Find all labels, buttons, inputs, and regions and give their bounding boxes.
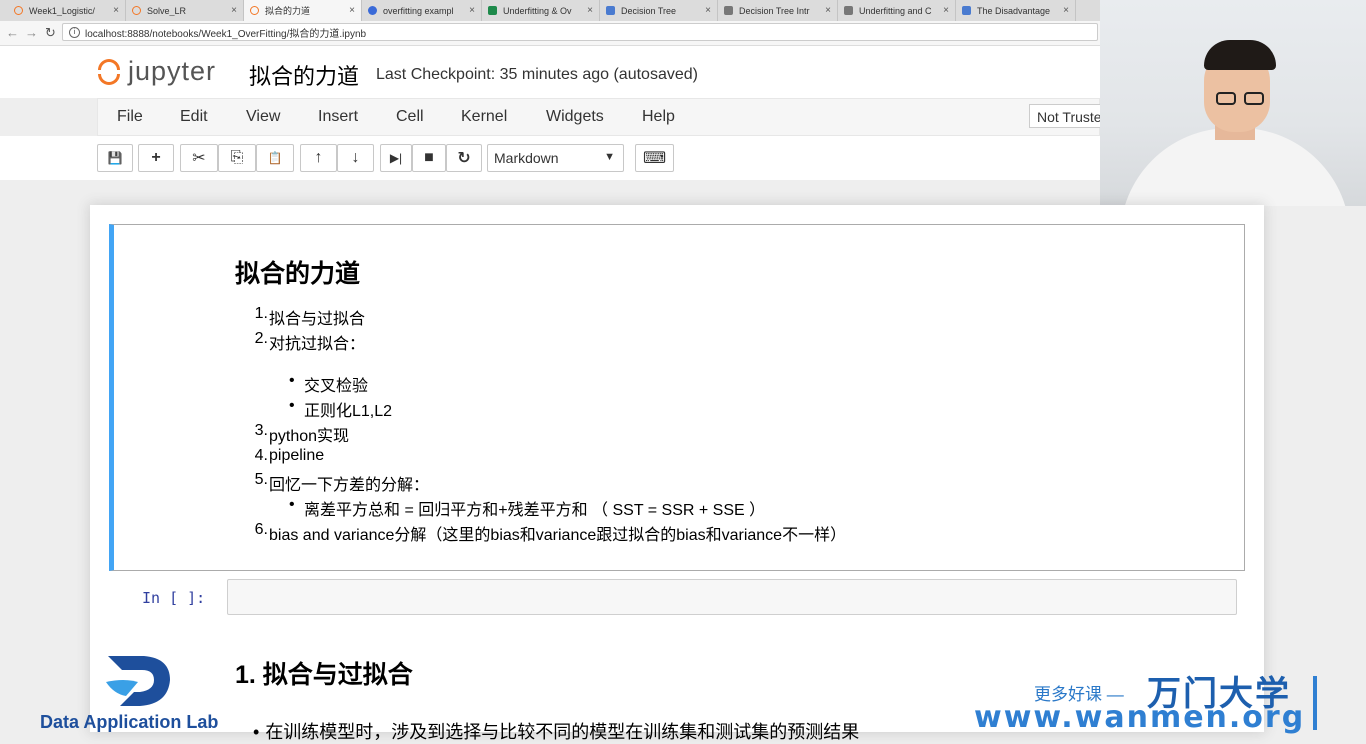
- menu-insert[interactable]: Insert: [318, 108, 358, 126]
- jupyter-icon: [132, 6, 141, 15]
- address-bar[interactable]: i localhost:8888/notebooks/Week1_OverFit…: [62, 23, 1098, 41]
- close-icon[interactable]: ×: [231, 5, 237, 16]
- copy-icon: ⎘: [230, 149, 244, 166]
- browser-nav-bar: ← → ↻ i localhost:8888/notebooks/Week1_O…: [0, 21, 1100, 46]
- data-application-lab-watermark: Data Application Lab: [36, 650, 256, 732]
- tab-notebook-active[interactable]: 拟合的力道 ×: [244, 0, 362, 21]
- menu-cell[interactable]: Cell: [396, 108, 424, 126]
- command-palette-button[interactable]: ⌨: [635, 144, 674, 172]
- notebook-title[interactable]: 拟合的力道: [249, 59, 359, 91]
- save-icon: 💾: [107, 151, 123, 165]
- menu-view[interactable]: View: [246, 108, 280, 126]
- watermark-divider: [1313, 676, 1317, 730]
- paste-icon: 📋: [267, 151, 283, 165]
- menu-help[interactable]: Help: [642, 108, 675, 126]
- run-button[interactable]: ▶|: [380, 144, 412, 172]
- restart-button[interactable]: ↻: [446, 144, 482, 172]
- close-icon[interactable]: ×: [469, 5, 475, 16]
- arrow-up-icon: ↑: [314, 149, 323, 166]
- tab-the-disadvantage[interactable]: The Disadvantage ×: [956, 0, 1076, 21]
- input-prompt: In [ ]:: [142, 589, 206, 607]
- cut-button[interactable]: ✂: [180, 144, 218, 172]
- cell-type-value: Markdown: [494, 150, 559, 166]
- close-icon[interactable]: ×: [349, 5, 355, 16]
- sub-list-item: • 正则化L1,L2: [289, 397, 393, 420]
- forward-arrow-icon[interactable]: →: [25, 25, 38, 40]
- jupyter-icon: [14, 6, 23, 15]
- tab-decision-tree-intro[interactable]: Decision Tree Intr ×: [718, 0, 838, 21]
- list-item: 5. 回忆一下方差的分解：: [254, 471, 430, 494]
- step-forward-icon: ▶|: [389, 151, 403, 165]
- cell-type-select[interactable]: Markdown ▼: [487, 144, 624, 172]
- url-watermark: www.wanmen.org: [974, 700, 1306, 735]
- refresh-icon: ↻: [457, 150, 471, 167]
- tab-week1-logistic[interactable]: Week1_Logistic/×: [8, 0, 126, 21]
- move-up-button[interactable]: ↑: [300, 144, 337, 172]
- jupyter-icon: [250, 6, 259, 15]
- section-text: • 在训练模型时，涉及到选择与比较不同的模型在训练集和测试集的预测结果: [253, 722, 860, 742]
- jupyter-logo-text: jupyter: [128, 56, 217, 86]
- plus-icon: +: [151, 149, 161, 166]
- paw-icon: [368, 6, 377, 15]
- move-down-button[interactable]: ↓: [337, 144, 374, 172]
- menu-widgets[interactable]: Widgets: [546, 108, 604, 126]
- markdown-heading: 拟合的力道: [235, 260, 361, 288]
- chevron-down-icon: ▼: [604, 151, 615, 163]
- menu-edit[interactable]: Edit: [180, 108, 208, 126]
- list-item: 3. python实现: [254, 422, 350, 445]
- sub-list-item: • 离差平方总和 = 回归平方和+残差平方和 （ SST = SSR + SSE …: [289, 496, 766, 519]
- interrupt-button[interactable]: ■: [412, 144, 446, 172]
- doc-icon: [844, 6, 853, 15]
- close-icon[interactable]: ×: [705, 5, 711, 16]
- tab-underfitting-ov[interactable]: Underfitting & Ov ×: [482, 0, 600, 21]
- doc-icon: [724, 6, 733, 15]
- back-arrow-icon[interactable]: ←: [6, 25, 19, 40]
- stop-icon: ■: [424, 149, 434, 166]
- jupyter-logo[interactable]: jupyter: [96, 56, 216, 87]
- jupyter-logo-icon: [96, 58, 122, 86]
- save-button[interactable]: 💾: [97, 144, 133, 172]
- close-icon[interactable]: ×: [825, 5, 831, 16]
- close-icon[interactable]: ×: [1063, 5, 1069, 16]
- browser-tab-strip: Week1_Logistic/× Solve_LR × 拟合的力道 × overfi…: [0, 0, 1100, 21]
- jupyter-header: jupyter 拟合的力道 Last Checkpoint: 35 minute…: [0, 46, 1100, 98]
- info-icon: i: [69, 26, 80, 38]
- list-item: 6. bias and variance分解（这里的bias和variance跟过…: [254, 521, 847, 544]
- list-item: 2. 对抗过拟合：: [254, 330, 366, 353]
- close-icon[interactable]: ×: [587, 5, 593, 16]
- section-heading: 1. 拟合与过拟合: [235, 661, 413, 689]
- trust-indicator[interactable]: Not Truste: [1029, 104, 1109, 128]
- code-input[interactable]: [227, 579, 1237, 615]
- list-item: 1. 拟合与过拟合: [254, 305, 366, 328]
- close-icon[interactable]: ×: [943, 5, 949, 16]
- menu-file[interactable]: File: [117, 108, 143, 126]
- arrow-down-icon: ↓: [351, 149, 360, 166]
- menubar: File Edit View Insert Cell Kernel Widget…: [97, 98, 1100, 136]
- dal-text: Data Application Lab: [40, 712, 219, 732]
- tab-underfitting-and[interactable]: Underfitting and C ×: [838, 0, 956, 21]
- page-icon: [606, 6, 615, 15]
- webcam-overlay: [1100, 0, 1366, 206]
- notebook-toolbar: 💾 + ✂ ⎘ 📋 ↑ ↓ ▶| ■ ↻ Markdown ▼ ⌨: [0, 136, 1100, 180]
- glasses: [1216, 92, 1270, 106]
- page-icon: [962, 6, 971, 15]
- dal-logo-icon: [106, 656, 170, 706]
- sub-list-item: • 交叉检验: [289, 372, 369, 395]
- paste-button[interactable]: 📋: [256, 144, 294, 172]
- reload-icon[interactable]: ↻: [45, 25, 56, 41]
- tab-overfitting-example[interactable]: overfitting exampl ×: [362, 0, 482, 21]
- checkpoint-status: Last Checkpoint: 35 minutes ago (autosav…: [376, 66, 698, 83]
- close-icon[interactable]: ×: [113, 5, 119, 16]
- tab-solve-lr[interactable]: Solve_LR ×: [126, 0, 244, 21]
- insert-cell-button[interactable]: +: [138, 144, 174, 172]
- copy-button[interactable]: ⎘: [218, 144, 256, 172]
- url-text: localhost:8888/notebooks/Week1_OverFitti…: [85, 28, 367, 40]
- scissors-icon: ✂: [192, 150, 206, 167]
- sheet-icon: [488, 6, 497, 15]
- menu-kernel[interactable]: Kernel: [461, 108, 507, 126]
- keyboard-icon: ⌨: [642, 150, 667, 167]
- list-item: 4. pipeline: [254, 447, 325, 464]
- tab-decision-tree[interactable]: Decision Tree ×: [600, 0, 718, 21]
